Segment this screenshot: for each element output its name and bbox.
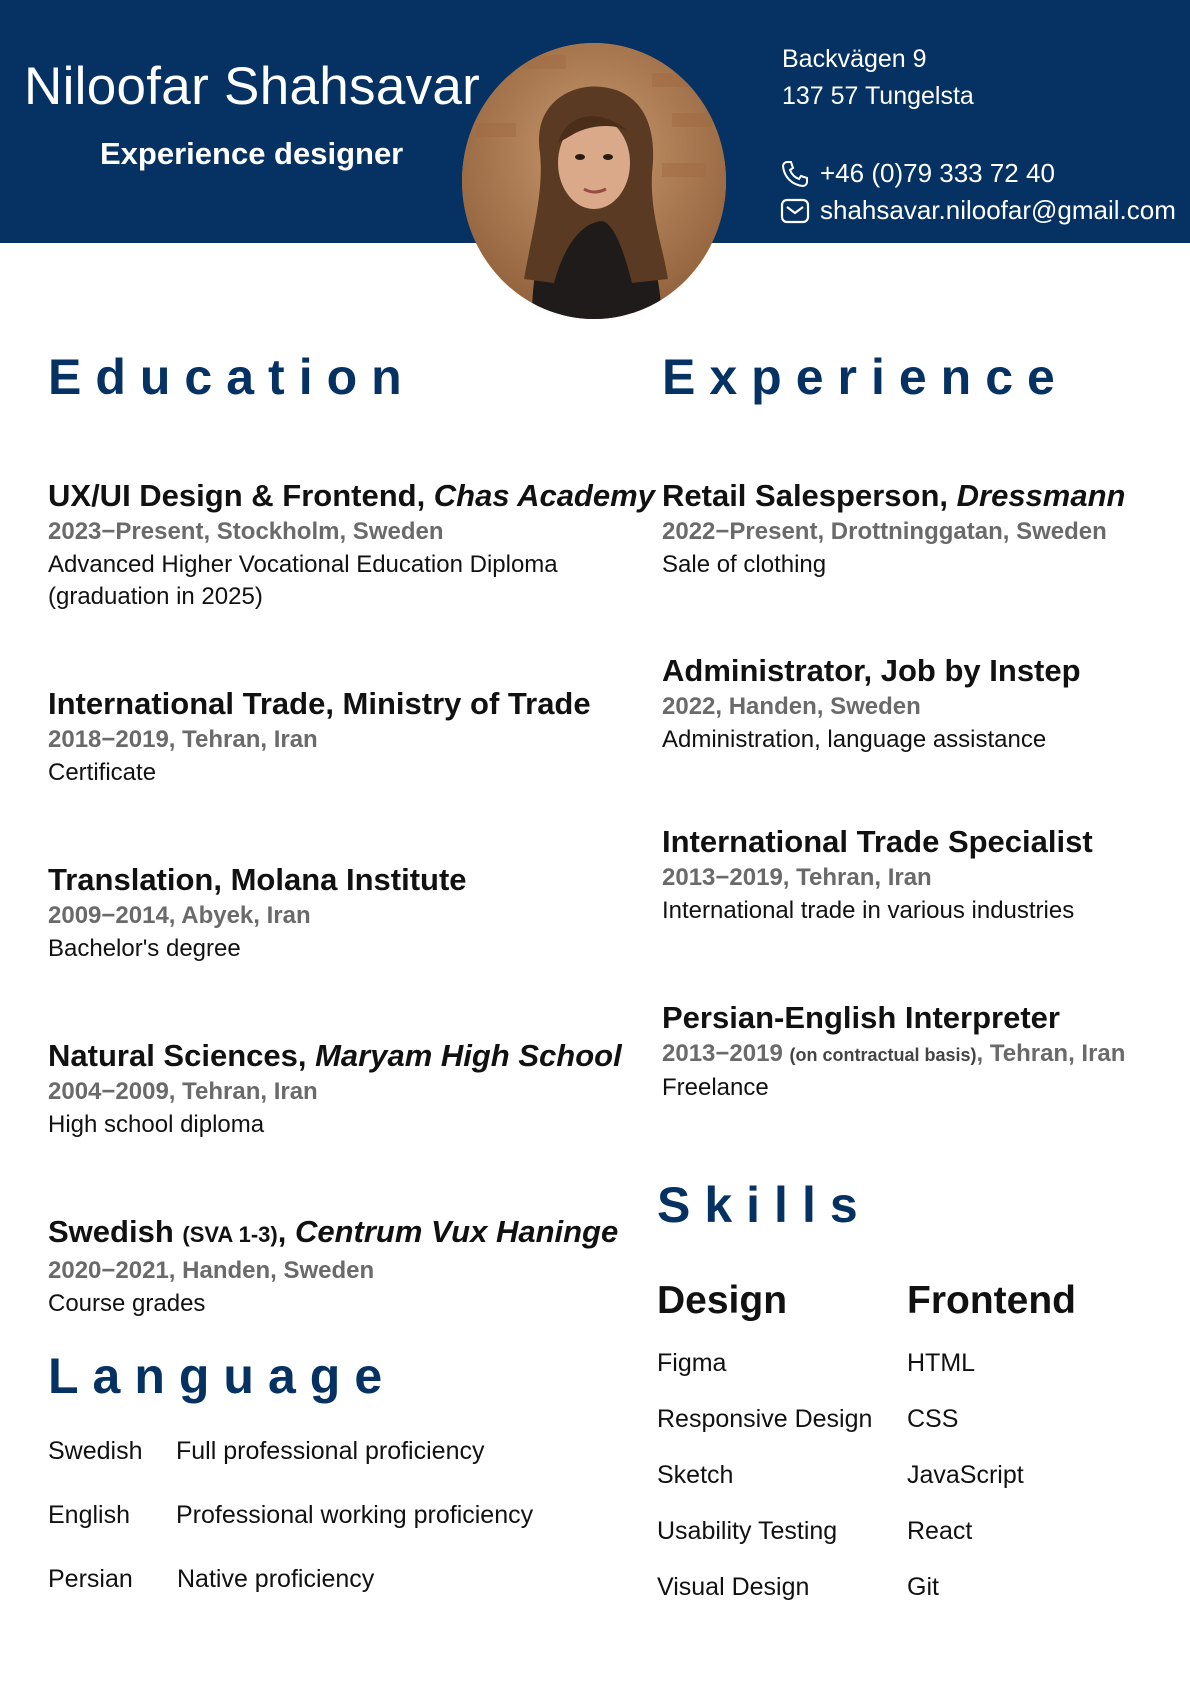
- skill-item: HTML: [907, 1349, 976, 1377]
- skill-item: React: [907, 1517, 973, 1545]
- skill-item: Git: [907, 1573, 939, 1601]
- education-entry: International Trade, Ministry of Trade 2…: [48, 685, 591, 789]
- language-level: Native proficiency: [177, 1565, 375, 1593]
- skill-item: Figma: [657, 1349, 727, 1377]
- address-city: 137 57 Tungelsta: [782, 82, 974, 110]
- experience-entry: Retail Salesperson, Dressmann 2022−Prese…: [662, 477, 1125, 581]
- skill-item: Visual Design: [657, 1573, 810, 1601]
- entry-description: (graduation in 2025): [48, 583, 263, 610]
- education-heading: Education: [48, 349, 416, 405]
- profile-photo: [462, 43, 726, 319]
- entry-org: Dressmann: [956, 478, 1126, 513]
- entry-meta-note: (on contractual basis): [789, 1045, 977, 1065]
- phone-number: +46 (0)79 333 72 40: [820, 158, 1055, 188]
- experience-entry: Administrator, Job by Instep 2022, Hande…: [662, 652, 1081, 756]
- experience-entry: Persian-English Interpreter 2013−2019 (o…: [662, 999, 1125, 1104]
- language-name: Persian: [48, 1565, 133, 1593]
- entry-title: Natural Sciences,: [48, 1038, 316, 1073]
- entry-meta: 2004−2009, Tehran, Iran: [48, 1078, 318, 1105]
- email-row[interactable]: shahsavar.niloofar@gmail.com: [780, 195, 1176, 226]
- entry-org: Chas Academy: [433, 478, 655, 513]
- entry-meta: 2022−Present, Drottninggatan, Sweden: [662, 518, 1107, 545]
- person-name: Niloofar Shahsavar: [24, 57, 481, 116]
- entry-meta: 2020−2021, Handen, Sweden: [48, 1257, 375, 1284]
- skill-item: JavaScript: [907, 1461, 1024, 1489]
- education-entry: Translation, Molana Institute 2009−2014,…: [48, 861, 467, 965]
- education-entry: UX/UI Design & Frontend, Chas Academy 20…: [48, 477, 655, 613]
- experience-entry: International Trade Specialist 2013−2019…: [662, 823, 1093, 927]
- phone-row[interactable]: +46 (0)79 333 72 40: [780, 158, 1055, 189]
- entry-description: Sale of clothing: [662, 551, 827, 578]
- entry-title: Retail Salesperson,: [662, 478, 957, 513]
- experience-heading: Experience: [662, 349, 1069, 405]
- mail-icon: [780, 196, 810, 226]
- entry-description: Course grades: [48, 1290, 206, 1317]
- job-title: Experience designer: [100, 136, 404, 171]
- email-address: shahsavar.niloofar@gmail.com: [820, 195, 1176, 225]
- education-entry: Natural Sciences, Maryam High School 200…: [48, 1037, 622, 1141]
- skill-item: CSS: [907, 1405, 959, 1433]
- entry-title: Swedish: [48, 1214, 183, 1249]
- language-name: Swedish: [48, 1437, 143, 1465]
- entry-description: High school diploma: [48, 1111, 265, 1138]
- address-street: Backvägen 9: [782, 45, 927, 73]
- skills-design-heading: Design: [657, 1279, 788, 1322]
- entry-description: Freelance: [662, 1074, 769, 1101]
- entry-description: Certificate: [48, 759, 157, 786]
- entry-title: Translation, Molana Institute: [48, 862, 467, 897]
- entry-title: International Trade, Ministry of Trade: [48, 686, 591, 721]
- entry-org: Maryam High School: [315, 1038, 622, 1073]
- skill-item: Sketch: [657, 1461, 734, 1489]
- education-entry: Swedish (SVA 1-3), Centrum Vux Haninge 2…: [48, 1213, 618, 1320]
- language-level: Full professional proficiency: [176, 1437, 485, 1465]
- entry-title: International Trade Specialist: [662, 824, 1093, 859]
- entry-title: UX/UI Design & Frontend,: [48, 478, 434, 513]
- language-level: Professional working proficiency: [176, 1501, 534, 1529]
- language-name: English: [48, 1501, 130, 1529]
- skill-item: Usability Testing: [657, 1517, 838, 1545]
- entry-meta: 2013−2019: [662, 1040, 790, 1067]
- entry-description: International trade in various industrie…: [662, 897, 1075, 924]
- entry-meta: 2009−2014, Abyek, Iran: [48, 902, 311, 929]
- entry-title: Persian-English Interpreter: [662, 1000, 1060, 1035]
- skills-heading: Skills: [657, 1177, 872, 1233]
- entry-org: Centrum Vux Haninge: [294, 1214, 619, 1249]
- entry-title-note: (SVA 1-3): [182, 1222, 278, 1247]
- entry-meta: 2022, Handen, Sweden: [662, 693, 921, 720]
- skill-item: Responsive Design: [657, 1405, 873, 1433]
- entry-meta: 2018−2019, Tehran, Iran: [48, 726, 318, 753]
- entry-title: Administrator, Job by Instep: [662, 653, 1081, 688]
- phone-icon: [780, 159, 810, 189]
- entry-description: Advanced Higher Vocational Education Dip…: [48, 551, 558, 578]
- entry-meta: 2013−2019, Tehran, Iran: [662, 864, 932, 891]
- entry-meta: 2023−Present, Stockholm, Sweden: [48, 518, 444, 545]
- skills-frontend-heading: Frontend: [907, 1279, 1076, 1322]
- entry-description: Bachelor's degree: [48, 935, 241, 962]
- entry-description: Administration, language assistance: [662, 726, 1047, 753]
- language-heading: Language: [48, 1348, 397, 1404]
